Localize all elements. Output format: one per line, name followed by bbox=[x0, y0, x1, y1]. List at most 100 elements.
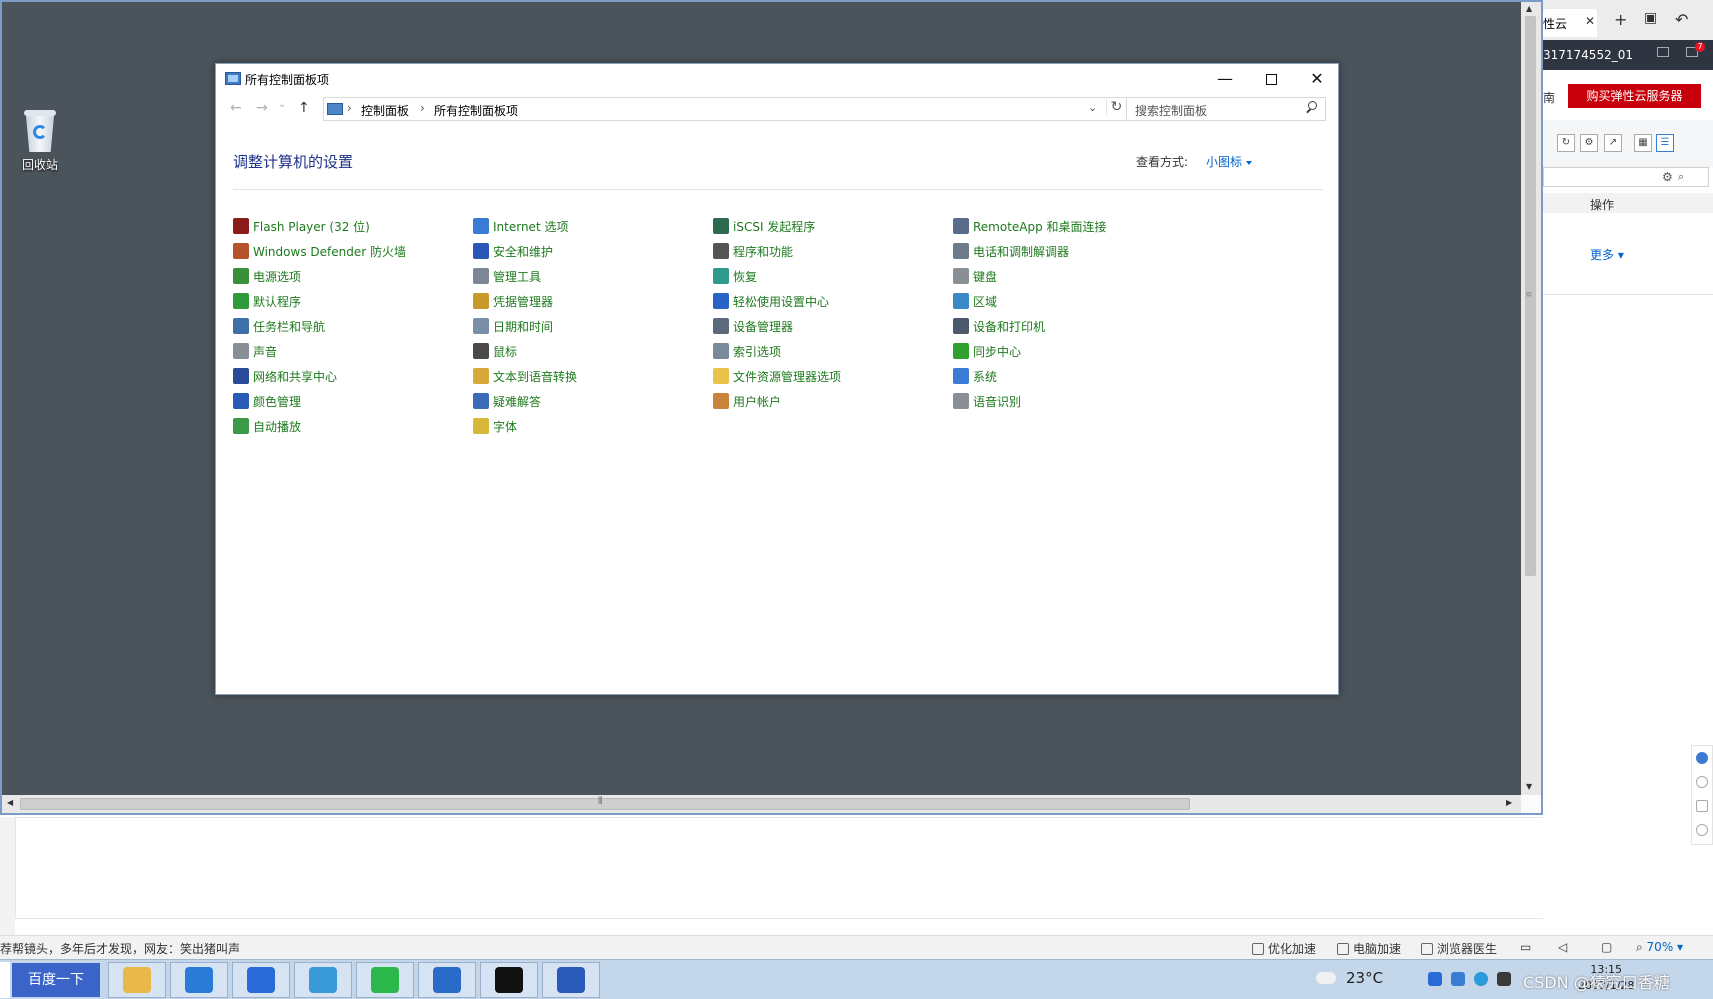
help-icon[interactable] bbox=[1696, 776, 1708, 788]
console-search-input[interactable]: ⚙ ⌕ bbox=[1543, 167, 1709, 187]
console-icon[interactable] bbox=[1657, 47, 1669, 57]
control-panel-item[interactable]: 日期和时间 bbox=[473, 316, 553, 336]
close-button[interactable]: ✕ bbox=[1294, 64, 1340, 94]
more-actions-link[interactable]: 更多 ▾ bbox=[1590, 246, 1624, 263]
chat-icon[interactable] bbox=[1696, 752, 1708, 764]
control-panel-item[interactable]: 程序和功能 bbox=[713, 241, 793, 261]
control-panel-item[interactable]: RemoteApp 和桌面连接 bbox=[953, 216, 1107, 236]
control-panel-item[interactable]: 声音 bbox=[233, 341, 277, 361]
refresh-button[interactable]: ↻ bbox=[1106, 99, 1126, 115]
security-tray-icon[interactable] bbox=[1428, 972, 1442, 986]
scroll-thumb[interactable] bbox=[20, 798, 1190, 810]
network-tray-icon[interactable] bbox=[1451, 972, 1465, 986]
title-bar[interactable]: 所有控制面板项 — ✕ bbox=[216, 64, 1338, 94]
address-bar[interactable]: › 控制面板 › 所有控制面板项 ⌄ ↻ bbox=[323, 97, 1127, 121]
taskbar-app[interactable] bbox=[170, 962, 228, 998]
tab-manager-icon[interactable]: ▣ bbox=[1644, 10, 1657, 26]
control-panel-item[interactable]: 设备管理器 bbox=[713, 316, 793, 336]
bird-tray-icon[interactable] bbox=[1497, 972, 1511, 986]
control-panel-item[interactable]: Flash Player (32 位) bbox=[233, 216, 370, 236]
control-panel-item[interactable]: 同步中心 bbox=[953, 341, 1021, 361]
control-panel-item[interactable]: 颜色管理 bbox=[233, 391, 301, 411]
new-tab-button[interactable]: + bbox=[1614, 10, 1627, 29]
control-panel-item[interactable]: 任务栏和导航 bbox=[233, 316, 325, 336]
search-icon[interactable]: ⌕ bbox=[1678, 170, 1684, 184]
scroll-up-arrow[interactable]: ▲ bbox=[1526, 4, 1532, 13]
control-panel-item[interactable]: 网络和共享中心 bbox=[233, 366, 337, 386]
taskbar-app[interactable] bbox=[232, 962, 290, 998]
control-panel-item[interactable]: 管理工具 bbox=[473, 266, 541, 286]
control-panel-item[interactable]: 安全和维护 bbox=[473, 241, 553, 261]
scroll-down-arrow[interactable]: ▼ bbox=[1526, 782, 1532, 791]
control-panel-item[interactable]: 字体 bbox=[473, 416, 517, 436]
settings-icon[interactable]: ⚙ bbox=[1580, 134, 1598, 152]
up-button[interactable]: ↑ bbox=[298, 100, 310, 116]
baidu-search-button[interactable]: 百度一下 bbox=[12, 963, 100, 997]
export-icon[interactable]: ↗ bbox=[1604, 134, 1622, 152]
taskbar-app[interactable] bbox=[418, 962, 476, 998]
grid-view-icon[interactable]: ▦ bbox=[1634, 134, 1652, 152]
breadcrumb-all-items[interactable]: 所有控制面板项 bbox=[434, 102, 518, 119]
control-panel-item[interactable]: 键盘 bbox=[953, 266, 997, 286]
speaker-icon[interactable]: ◁ bbox=[1558, 940, 1567, 954]
control-panel-item[interactable]: 恢复 bbox=[713, 266, 757, 286]
control-panel-item[interactable]: 疑难解答 bbox=[473, 391, 541, 411]
guide-text[interactable]: 南 bbox=[1543, 89, 1555, 106]
taskbar-app[interactable] bbox=[542, 962, 600, 998]
control-panel-item[interactable]: 文本到语音转换 bbox=[473, 366, 577, 386]
control-panel-item[interactable]: 电源选项 bbox=[233, 266, 301, 286]
optimize-button[interactable]: 优化加速 bbox=[1252, 940, 1316, 957]
taskbar-app[interactable] bbox=[108, 962, 166, 998]
display-icon[interactable]: ▭ bbox=[1520, 940, 1531, 954]
settings-icon[interactable] bbox=[1696, 824, 1708, 836]
maximize-button[interactable] bbox=[1248, 64, 1294, 94]
gear-icon[interactable]: ⚙ bbox=[1662, 170, 1673, 184]
horizontal-scrollbar[interactable]: ◀ ⦀ ▶ bbox=[2, 795, 1521, 813]
address-dropdown-icon[interactable]: ⌄ bbox=[1088, 101, 1097, 114]
control-panel-item[interactable]: 电话和调制解调器 bbox=[953, 241, 1069, 261]
control-panel-item[interactable]: 文件资源管理器选项 bbox=[713, 366, 841, 386]
taskbar-app[interactable] bbox=[294, 962, 352, 998]
window-icon[interactable]: ▢ bbox=[1601, 940, 1612, 954]
control-panel-item[interactable]: 设备和打印机 bbox=[953, 316, 1045, 336]
control-panel-item[interactable]: 自动播放 bbox=[233, 416, 301, 436]
control-panel-item[interactable]: 用户帐户 bbox=[713, 391, 781, 411]
control-panel-item[interactable]: iSCSI 发起程序 bbox=[713, 216, 815, 236]
control-panel-item[interactable]: 凭据管理器 bbox=[473, 291, 553, 311]
news-ticker[interactable]: 荐帮镜头，多年后才发现，网友：笑出猪叫声 bbox=[0, 940, 240, 957]
control-panel-item[interactable]: 鼠标 bbox=[473, 341, 517, 361]
forward-button[interactable]: → bbox=[256, 100, 268, 116]
refresh-icon[interactable]: ↻ bbox=[1557, 134, 1575, 152]
minimize-button[interactable]: — bbox=[1202, 64, 1248, 94]
scroll-left-arrow[interactable]: ◀ bbox=[7, 798, 13, 807]
ie-tray-icon[interactable] bbox=[1474, 972, 1488, 986]
browser-doctor-button[interactable]: 浏览器医生 bbox=[1421, 940, 1497, 957]
start-button[interactable] bbox=[0, 962, 10, 998]
list-view-icon[interactable]: ☰ bbox=[1656, 134, 1674, 152]
control-panel-item[interactable]: 区域 bbox=[953, 291, 997, 311]
control-panel-item[interactable]: 默认程序 bbox=[233, 291, 301, 311]
breadcrumb-control-panel[interactable]: 控制面板 bbox=[361, 102, 409, 119]
taskbar-app[interactable] bbox=[356, 962, 414, 998]
scroll-right-arrow[interactable]: ▶ bbox=[1506, 798, 1512, 807]
recent-locations-button[interactable]: ⌄ bbox=[278, 99, 286, 110]
undo-icon[interactable]: ↶ bbox=[1675, 10, 1688, 29]
control-panel-item[interactable]: 语音识别 bbox=[953, 391, 1021, 411]
view-by-dropdown[interactable]: 小图标 bbox=[1206, 153, 1253, 170]
vertical-scrollbar[interactable]: ▲ ≡ ▼ bbox=[1521, 2, 1541, 795]
control-panel-item[interactable]: 系统 bbox=[953, 366, 997, 386]
control-panel-item[interactable]: Windows Defender 防火墙 bbox=[233, 241, 406, 261]
browser-tab[interactable]: 性云 ✕ bbox=[1543, 9, 1597, 37]
zoom-control[interactable]: ⌕ 70% ▾ bbox=[1636, 940, 1683, 955]
recycle-bin-shortcut[interactable]: 回收站 bbox=[16, 110, 64, 173]
tab-close-icon[interactable]: ✕ bbox=[1585, 14, 1595, 28]
back-button[interactable]: ← bbox=[230, 100, 242, 116]
feedback-icon[interactable] bbox=[1696, 800, 1708, 812]
control-panel-item[interactable]: Internet 选项 bbox=[473, 216, 568, 236]
buy-ecs-button[interactable]: 购买弹性云服务器 bbox=[1568, 84, 1701, 108]
search-icon[interactable] bbox=[1305, 101, 1317, 113]
temperature[interactable]: 23°C bbox=[1346, 969, 1383, 987]
pc-boost-button[interactable]: 电脑加速 bbox=[1337, 940, 1401, 957]
control-panel-item[interactable]: 索引选项 bbox=[713, 341, 781, 361]
taskbar-app[interactable] bbox=[480, 962, 538, 998]
